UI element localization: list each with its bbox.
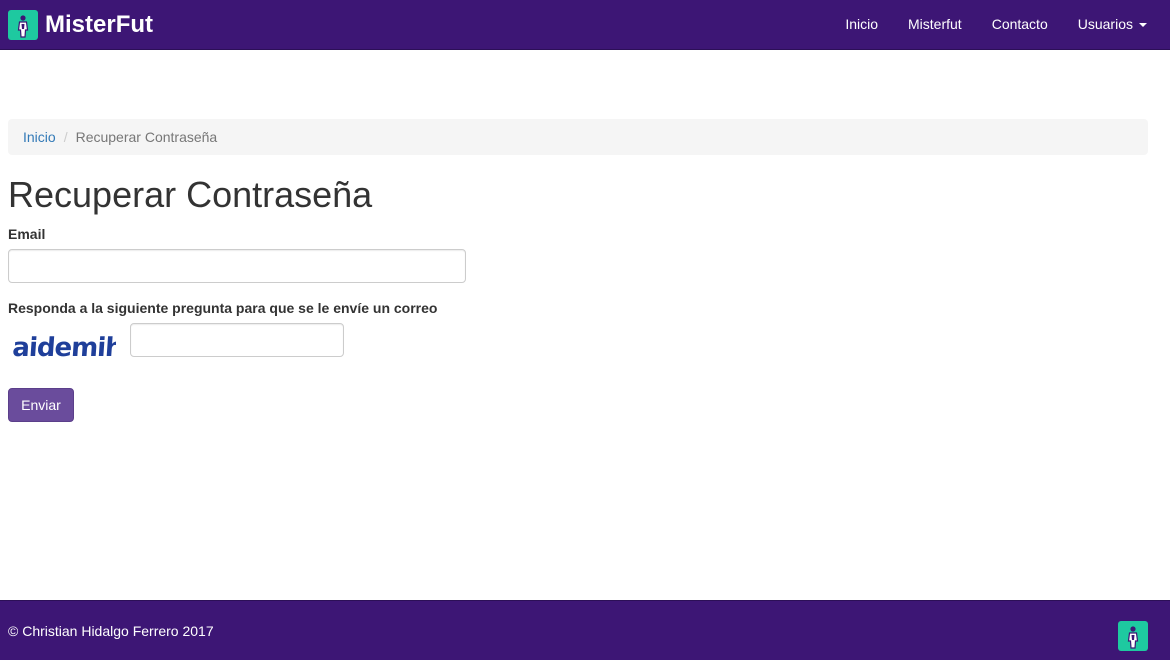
player-logo-icon [8, 10, 38, 40]
submit-button[interactable]: Enviar [8, 388, 74, 422]
captcha-label: Responda a la siguiente pregunta para qu… [8, 300, 438, 316]
brand-name: MisterFut [45, 11, 153, 38]
nav-item-inicio[interactable]: Inicio [830, 0, 893, 48]
breadcrumb-link-inicio[interactable]: Inicio [23, 129, 56, 145]
email-label: Email [8, 226, 46, 242]
footer: © Christian Hidalgo Ferrero 2017 [0, 600, 1170, 660]
footer-copyright: © Christian Hidalgo Ferrero 2017 [8, 623, 214, 639]
breadcrumb-current: Recuperar Contraseña [75, 129, 218, 145]
navbar: MisterFut Inicio Misterfut Contacto Usua… [0, 0, 1170, 50]
nav-item-usuarios-dropdown[interactable]: Usuarios [1063, 0, 1162, 48]
breadcrumb: Inicio / Recuperar Contraseña [8, 119, 1148, 155]
captcha-answer-field[interactable] [130, 323, 344, 357]
brand-link[interactable]: MisterFut [8, 10, 153, 40]
main-nav: Inicio Misterfut Contacto Usuarios [830, 0, 1162, 50]
page-title: Recuperar Contraseña [8, 174, 373, 215]
nav-item-usuarios-label: Usuarios [1077, 16, 1133, 32]
caret-down-icon [1139, 23, 1147, 28]
captcha-text: aidemih [12, 333, 116, 363]
captcha-image: aidemih [12, 333, 116, 363]
nav-item-misterfut[interactable]: Misterfut [893, 0, 977, 48]
email-field[interactable] [8, 249, 466, 283]
footer-player-logo-icon [1118, 621, 1148, 651]
nav-item-contacto[interactable]: Contacto [977, 0, 1063, 48]
breadcrumb-separator: / [63, 129, 68, 145]
